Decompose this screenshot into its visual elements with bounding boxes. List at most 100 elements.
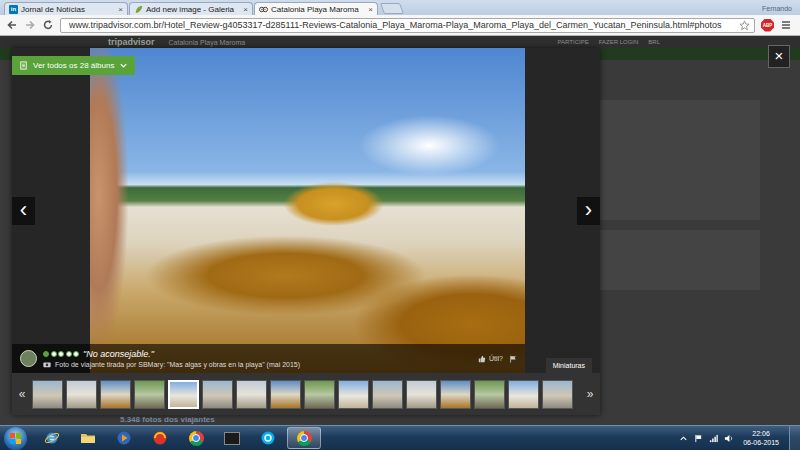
- speaker-icon[interactable]: [724, 434, 733, 443]
- photo-thumbnail[interactable]: [304, 380, 335, 409]
- tab-label: Jornal de Notícias: [21, 5, 115, 14]
- terminal-icon: [224, 432, 240, 445]
- browser-tab[interactable]: inJornal de Notícias×: [4, 2, 128, 15]
- photo-count[interactable]: 5.348 fotos dos viajantes: [120, 415, 215, 424]
- tab-label: Add new image - Galeria: [146, 5, 240, 14]
- network-icon[interactable]: [709, 434, 718, 443]
- rating-bubble: [66, 351, 72, 357]
- photo-thumbnail[interactable]: [270, 380, 301, 409]
- photo-thumbnail[interactable]: [406, 380, 437, 409]
- side-panel: [600, 100, 760, 220]
- start-button[interactable]: [4, 427, 27, 450]
- previous-photo-button[interactable]: ‹: [12, 197, 35, 225]
- tab-close-button[interactable]: ×: [243, 5, 248, 14]
- close-lightbox-button[interactable]: ×: [768, 45, 790, 68]
- internet-explorer-button[interactable]: [35, 427, 69, 449]
- forward-arrow-icon[interactable]: [24, 19, 36, 31]
- photo-thumbnail[interactable]: [338, 380, 369, 409]
- report-flag-icon[interactable]: [509, 355, 517, 363]
- next-photo-button[interactable]: ›: [577, 197, 600, 225]
- header-link[interactable]: FAZER LOGIN: [599, 39, 639, 45]
- review-title[interactable]: "No aconsejable.": [83, 349, 154, 359]
- photo-caption: Foto de viajante tirada por SBMary: "Mas…: [55, 361, 300, 368]
- albums-label: Ver todos os 28 álbuns: [33, 61, 114, 70]
- photo-stage: ‹ › Ver todos os 28 álbuns "No aconsejable.…: [12, 48, 600, 373]
- screen: inJornal de Notícias×Add new image - Gal…: [0, 0, 800, 450]
- helpful-button[interactable]: Útil?: [478, 355, 503, 363]
- reload-icon[interactable]: [42, 19, 54, 31]
- skype-icon: [260, 430, 276, 446]
- rating-bubble: [51, 351, 57, 357]
- photo-thumbnail[interactable]: [372, 380, 403, 409]
- rating-bubble: [73, 351, 79, 357]
- side-panel: [600, 230, 760, 290]
- app-button[interactable]: [143, 427, 177, 449]
- chrome-window-button[interactable]: [287, 427, 321, 449]
- site-header: tripadvisorCatalonia Playa MaromaPARTICI…: [0, 36, 800, 48]
- address-bar[interactable]: www.tripadvisor.com.br/Hotel_Review-g405…: [60, 18, 755, 33]
- album-icon: [19, 61, 28, 70]
- rating-bubbles: [43, 351, 79, 357]
- app-window-button[interactable]: [215, 427, 249, 449]
- photo-thumbnail[interactable]: [32, 380, 63, 409]
- internet-explorer-icon: [44, 430, 60, 446]
- user-avatar[interactable]: [20, 350, 37, 367]
- media-player-icon: [116, 430, 132, 446]
- header-link[interactable]: BRL: [648, 39, 660, 45]
- browser-tab[interactable]: Add new image - Galeria×: [129, 2, 253, 15]
- photo-thumbnail[interactable]: [542, 380, 573, 409]
- tab-strip: inJornal de Notícias×Add new image - Gal…: [0, 0, 800, 15]
- system-tray: 22:0606-06-2015: [679, 426, 800, 450]
- profile-name[interactable]: Fernando: [762, 5, 792, 15]
- clock[interactable]: 22:0606-06-2015: [739, 429, 783, 447]
- photo-thumbnail[interactable]: [134, 380, 165, 409]
- tab-close-button[interactable]: ×: [118, 5, 123, 14]
- thumbnails-previous-button[interactable]: «: [15, 387, 29, 401]
- leaf-icon: [134, 5, 143, 14]
- toolbar: www.tripadvisor.com.br/Hotel_Review-g405…: [0, 15, 800, 36]
- skype-button[interactable]: [251, 427, 285, 449]
- chrome-button[interactable]: [179, 427, 213, 449]
- show-hidden-icons-icon[interactable]: [679, 434, 688, 443]
- back-arrow-icon[interactable]: [6, 19, 18, 31]
- tab-label: Catalonia Playa Maroma: [271, 5, 365, 14]
- new-tab-button[interactable]: [380, 3, 404, 14]
- photo-thumbnail[interactable]: [236, 380, 267, 409]
- photo-info-bar: "No aconsejable." Foto de viajante tirada…: [12, 344, 525, 373]
- adblock-icon[interactable]: ABP: [761, 19, 774, 32]
- camera-icon: [43, 361, 51, 368]
- show-desktop-button[interactable]: [789, 426, 800, 450]
- photo-thumbnail[interactable]: [100, 380, 131, 409]
- photo-thumbnail[interactable]: [508, 380, 539, 409]
- owl-icon: [259, 5, 268, 14]
- linkedin-icon: in: [9, 5, 18, 14]
- right-panel: ›: [525, 48, 600, 373]
- photo-thumbnail[interactable]: [474, 380, 505, 409]
- site-logo[interactable]: tripadvisor: [108, 37, 155, 48]
- header-link[interactable]: PARTICIPE: [558, 39, 589, 45]
- chrome-icon: [297, 431, 312, 446]
- all-albums-button[interactable]: Ver todos os 28 álbuns: [12, 56, 135, 75]
- bookmark-star-icon[interactable]: [739, 20, 750, 31]
- thumbnails-tab[interactable]: Miniaturas: [546, 358, 592, 373]
- tab-close-button[interactable]: ×: [368, 5, 373, 14]
- thumbnails-next-button[interactable]: »: [583, 387, 597, 401]
- action-center-flag-icon[interactable]: [694, 434, 703, 443]
- page-viewport: tripadvisorCatalonia Playa MaromaPARTICI…: [0, 36, 800, 425]
- clock-time: 22:06: [752, 429, 770, 438]
- rating-bubble: [58, 351, 64, 357]
- photo-thumbnail[interactable]: [168, 380, 199, 409]
- left-panel: ‹: [12, 48, 90, 373]
- file-explorer-button[interactable]: [71, 427, 105, 449]
- photo-thumbnail[interactable]: [66, 380, 97, 409]
- photo-thumbnail[interactable]: [202, 380, 233, 409]
- media-player-button[interactable]: [107, 427, 141, 449]
- taskbar: 22:0606-06-2015: [0, 425, 800, 450]
- browser-tab[interactable]: Catalonia Playa Maroma×: [254, 2, 378, 15]
- thumbs-up-icon: [478, 355, 486, 363]
- chrome-icon: [189, 431, 204, 446]
- rating-bubble: [43, 351, 49, 357]
- photo-thumbnail[interactable]: [440, 380, 471, 409]
- beach-photo: [90, 48, 525, 373]
- menu-icon[interactable]: [780, 19, 792, 31]
